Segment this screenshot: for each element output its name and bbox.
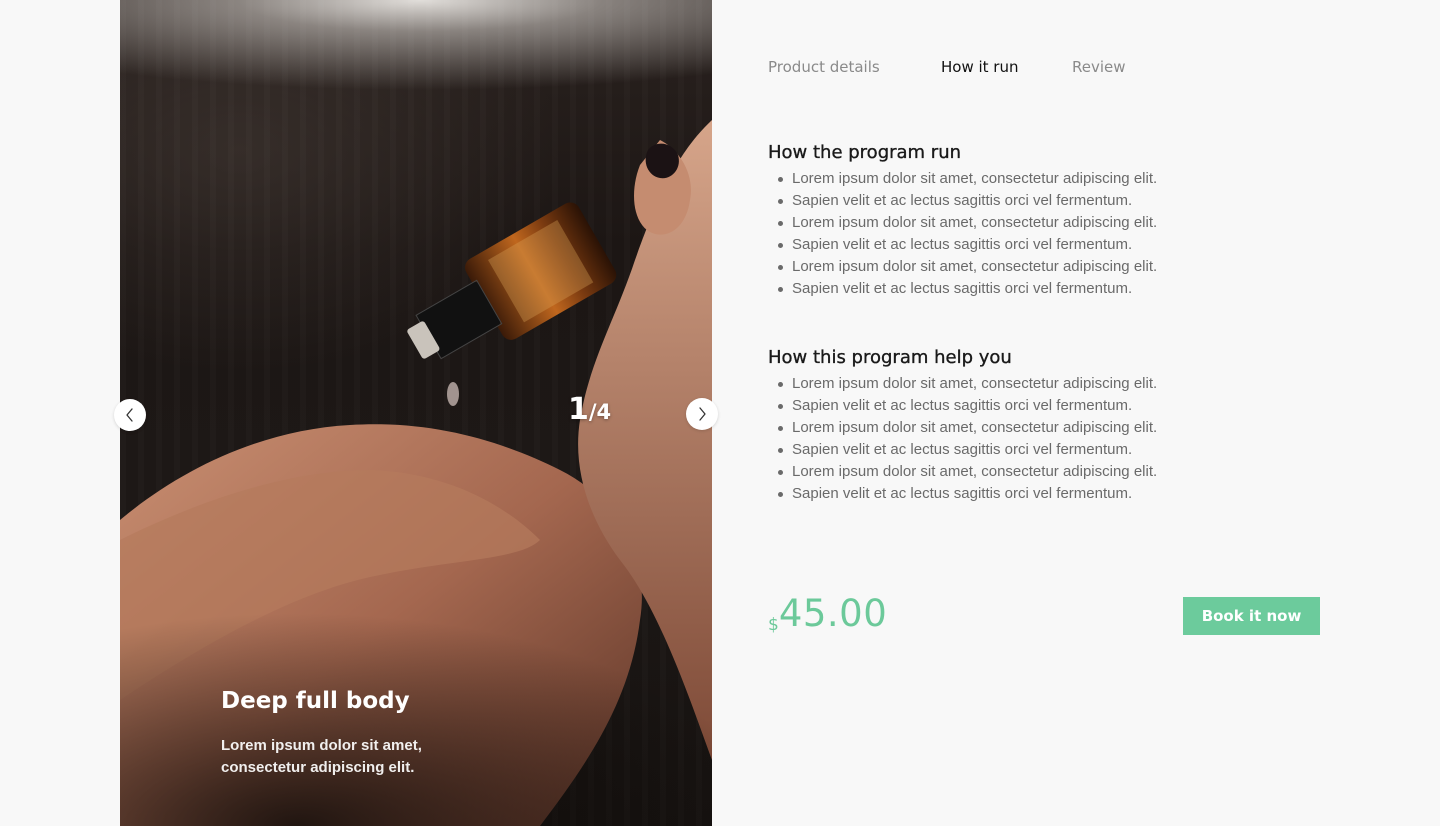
list-item: Lorem ipsum dolor sit amet, consectetur … [768,373,1328,395]
bullet-icon [778,243,783,248]
section-how-program-runs: How the program run Lorem ipsum dolor si… [768,141,1328,300]
bullet-icon [778,404,783,409]
price-currency: $ [768,615,779,635]
list-item: Sapien velit et ac lectus sagittis orci … [768,483,1328,505]
section-how-program-helps: How this program help you Lorem ipsum do… [768,346,1328,505]
bullet-icon [778,470,783,475]
tab-review[interactable]: Review [1072,58,1126,76]
bullet-icon [778,426,783,431]
bullet-icon [778,199,783,204]
bullet-icon [778,382,783,387]
bullet-list: Lorem ipsum dolor sit amet, consectetur … [768,168,1328,300]
slide-current: 1 [568,392,589,427]
list-item-text: Sapien velit et ac lectus sagittis orci … [792,236,1133,253]
essential-oil-photo [120,120,712,826]
carousel-next-button[interactable] [686,398,718,430]
list-item-text: Sapien velit et ac lectus sagittis orci … [792,441,1133,458]
list-item-text: Lorem ipsum dolor sit amet, consectetur … [792,375,1158,392]
list-item: Lorem ipsum dolor sit amet, consectetur … [768,417,1328,439]
slide-title: Deep full body [221,688,410,714]
list-item: Sapien velit et ac lectus sagittis orci … [768,278,1328,300]
list-item-text: Lorem ipsum dolor sit amet, consectetur … [792,258,1158,275]
chevron-right-icon [699,407,706,421]
bullet-icon [778,448,783,453]
bullet-icon [778,177,783,182]
price: $45.00 [768,592,887,635]
hero-carousel: 1/4 Deep full body Lorem ipsum dolor sit… [120,0,712,826]
bullet-icon [778,287,783,292]
list-item-text: Sapien velit et ac lectus sagittis orci … [792,192,1133,209]
slide-separator: / [588,400,597,424]
list-item-text: Sapien velit et ac lectus sagittis orci … [792,280,1133,297]
section-title: How this program help you [768,347,1012,368]
list-item: Lorem ipsum dolor sit amet, consectetur … [768,461,1328,483]
slide-counter: 1/4 [568,392,611,427]
list-item-text: Sapien velit et ac lectus sagittis orci … [792,485,1133,502]
bullet-list: Lorem ipsum dolor sit amet, consectetur … [768,373,1328,505]
book-now-button[interactable]: Book it now [1183,597,1320,635]
list-item: Sapien velit et ac lectus sagittis orci … [768,234,1328,256]
carousel-prev-button[interactable] [114,399,146,431]
bullet-icon [778,221,783,226]
list-item: Sapien velit et ac lectus sagittis orci … [768,190,1328,212]
list-item-text: Sapien velit et ac lectus sagittis orci … [792,397,1133,414]
list-item: Sapien velit et ac lectus sagittis orci … [768,395,1328,417]
slide-description: Lorem ipsum dolor sit amet, consectetur … [221,737,422,776]
list-item: Lorem ipsum dolor sit amet, consectetur … [768,168,1328,190]
bullet-icon [778,265,783,270]
tab-how-it-run[interactable]: How it run [941,58,1019,76]
section-title: How the program run [768,142,962,163]
slide-total: 4 [596,400,612,424]
tab-product-details[interactable]: Product details [768,58,880,76]
list-item-text: Lorem ipsum dolor sit amet, consectetur … [792,214,1158,231]
list-item: Sapien velit et ac lectus sagittis orci … [768,439,1328,461]
price-amount: 45.00 [778,592,888,635]
list-item: Lorem ipsum dolor sit amet, consectetur … [768,256,1328,278]
list-item-text: Lorem ipsum dolor sit amet, consectetur … [792,463,1158,480]
list-item-text: Lorem ipsum dolor sit amet, consectetur … [792,419,1158,436]
chevron-left-icon [126,408,133,422]
bullet-icon [778,492,783,497]
list-item: Lorem ipsum dolor sit amet, consectetur … [768,212,1328,234]
list-item-text: Lorem ipsum dolor sit amet, consectetur … [792,170,1158,187]
